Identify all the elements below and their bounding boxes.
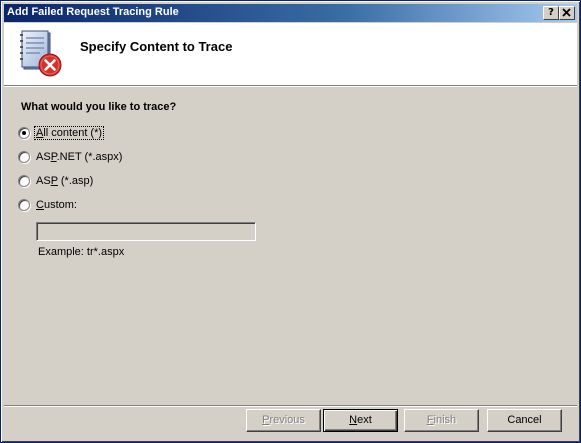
next-button[interactable]: Next: [323, 409, 398, 432]
radio-label-asp[interactable]: ASP (*.asp): [36, 175, 93, 187]
dialog-window: Add Failed Request Tracing Rule ? Specif…: [0, 0, 581, 443]
radio-button-asp[interactable]: [18, 175, 30, 187]
header-divider-highlight: [4, 86, 577, 87]
trace-question: What would you like to trace?: [21, 101, 177, 113]
custom-content-input[interactable]: [36, 222, 256, 241]
document-error-icon: [16, 27, 64, 79]
radio-label-aspnet[interactable]: ASP.NET (*.aspx): [36, 151, 122, 163]
radio-label-all-content[interactable]: All content (*): [33, 126, 105, 140]
close-icon: [562, 8, 571, 17]
finish-button[interactable]: Finish: [404, 409, 479, 432]
radio-label-custom[interactable]: Custom:: [36, 199, 77, 211]
footer-divider-highlight: [4, 406, 577, 407]
title-bar[interactable]: Add Failed Request Tracing Rule ?: [4, 4, 577, 22]
previous-button[interactable]: Previous: [246, 409, 321, 432]
radio-button-all-content[interactable]: [18, 127, 30, 139]
wizard-header: Specify Content to Trace: [4, 23, 577, 85]
help-button[interactable]: ?: [543, 6, 559, 20]
radio-button-custom[interactable]: [18, 199, 30, 211]
cancel-button[interactable]: Cancel: [487, 409, 562, 432]
close-button[interactable]: [559, 6, 575, 20]
wizard-step-title: Specify Content to Trace: [80, 39, 233, 54]
window-title: Add Failed Request Tracing Rule: [7, 6, 179, 18]
radio-button-aspnet[interactable]: [18, 151, 30, 163]
custom-example-hint: Example: tr*.aspx: [38, 246, 125, 258]
